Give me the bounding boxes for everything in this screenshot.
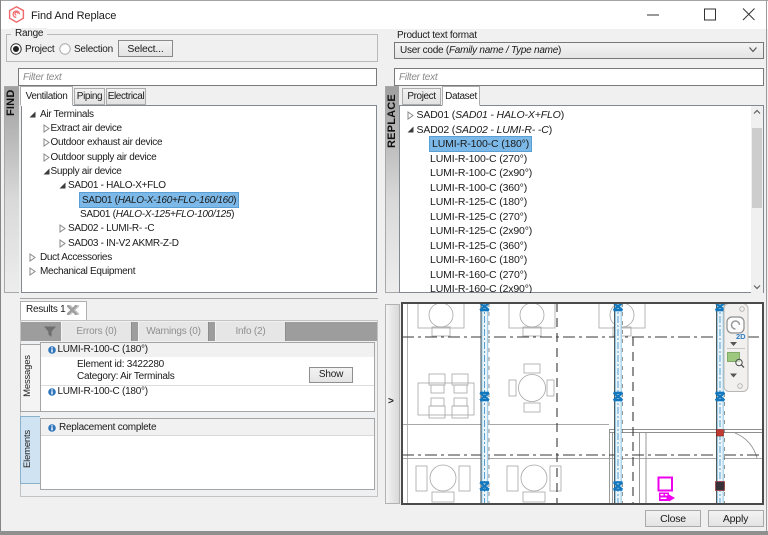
svg-text:2D: 2D	[736, 332, 746, 341]
